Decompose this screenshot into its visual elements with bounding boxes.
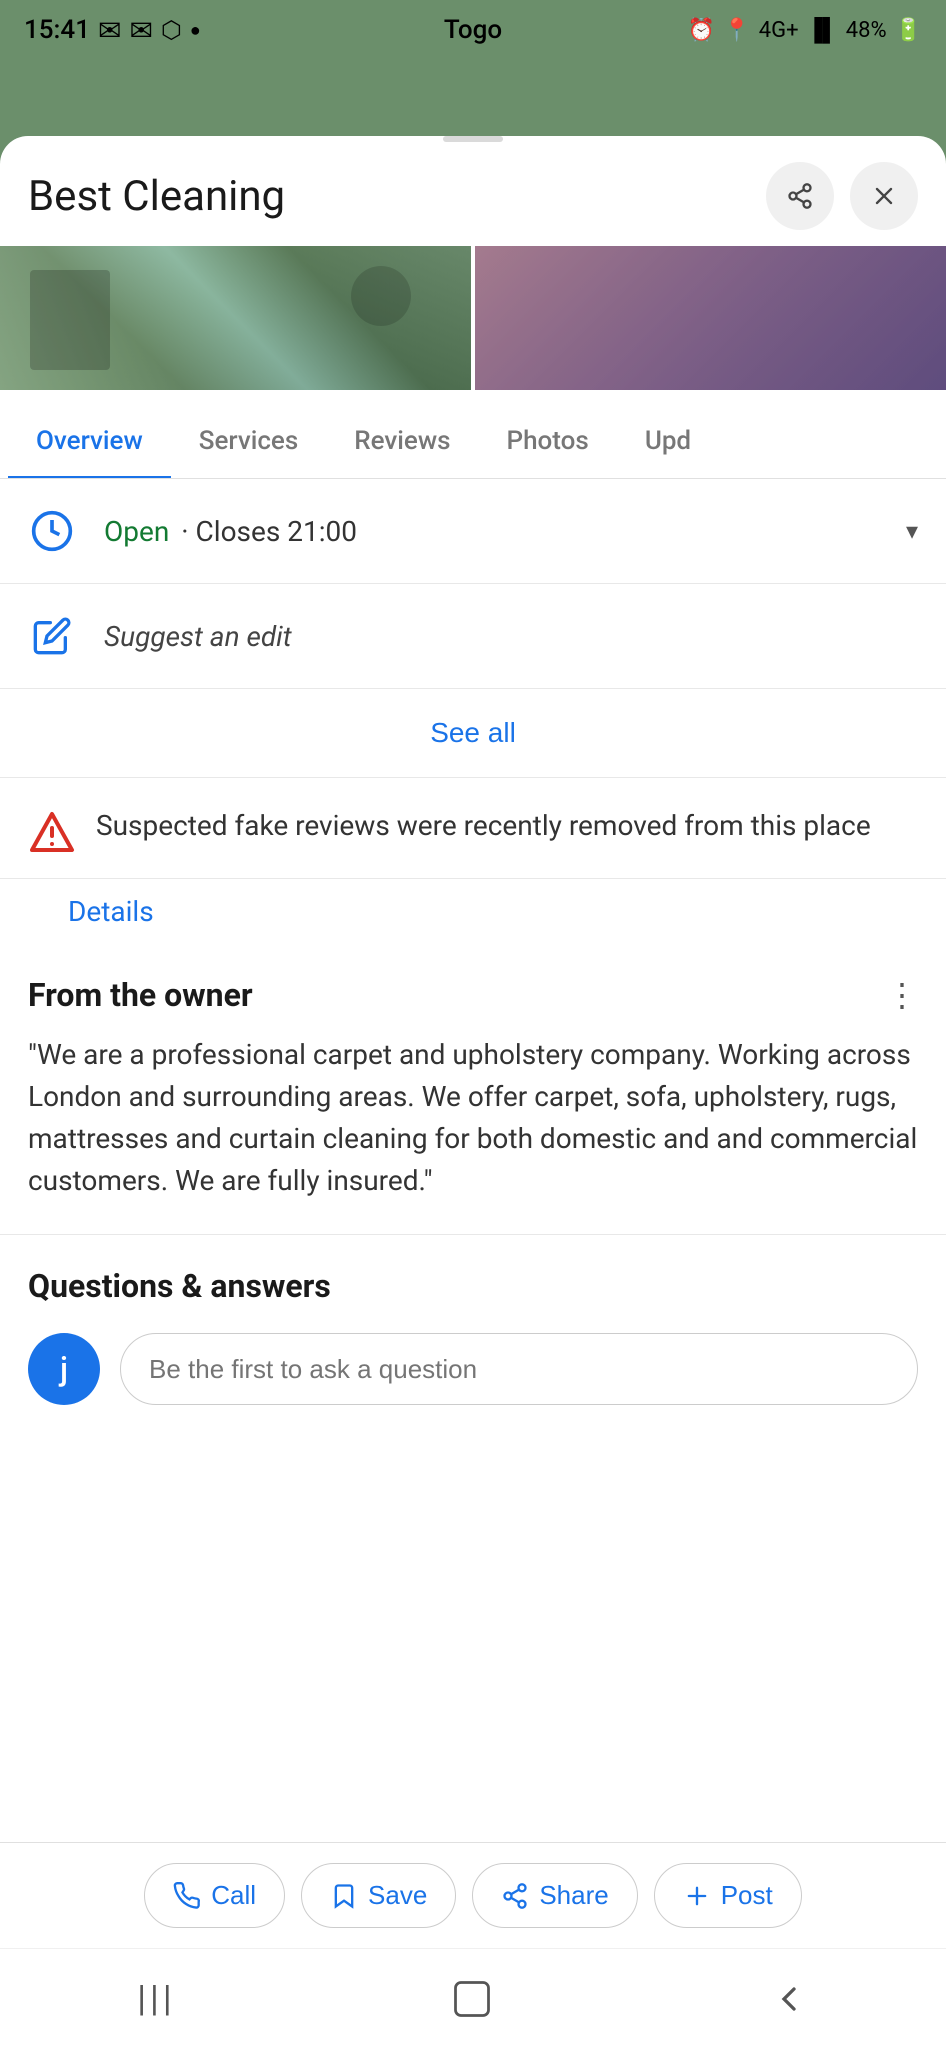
see-all-section: See all (0, 689, 946, 778)
post-button[interactable]: Post (654, 1863, 802, 1928)
battery-icon: 🔋 (895, 18, 922, 43)
bottom-sheet: Best Cleaning (0, 136, 946, 2064)
share-action-icon (501, 1882, 529, 1910)
tab-reviews[interactable]: Reviews (326, 406, 478, 479)
qa-section: Questions & answers j (0, 1235, 946, 1437)
recent-apps-button[interactable]: ||| (137, 1978, 175, 2020)
signal-bars: ▐▌ (807, 17, 838, 43)
warning-details-link[interactable]: Details (0, 895, 946, 944)
back-icon (769, 1979, 809, 2019)
warning-triangle-icon (28, 810, 76, 858)
status-bar-left: 15:41 ✉ ✉ ⬡ ● (24, 14, 201, 47)
close-icon (870, 182, 898, 210)
photos-strip[interactable] (0, 246, 946, 406)
time: 15:41 (24, 15, 90, 45)
clock-icon (30, 509, 74, 553)
alarm-icon: ⏰ (688, 18, 715, 43)
hours-content: Open · Closes 21:00 ▾ (104, 515, 918, 548)
qa-section-title: Questions & answers (28, 1267, 918, 1305)
post-label: Post (721, 1880, 773, 1911)
sheet-header: Best Cleaning (0, 142, 946, 246)
owner-section: From the owner ⋮ "We are a professional … (0, 944, 946, 1235)
user-avatar: j (28, 1333, 100, 1405)
map-background (0, 60, 946, 120)
bottom-spacer (0, 1437, 946, 1637)
edit-icon-container (28, 612, 76, 660)
suggest-edit-row[interactable]: Suggest an edit (0, 584, 946, 689)
status-bar-right: ⏰ 📍 4G+ ▐▌ 48% 🔋 (688, 17, 922, 43)
tab-photos[interactable]: Photos (479, 406, 617, 479)
more-options-icon[interactable]: ⋮ (886, 976, 918, 1014)
owner-description: "We are a professional carpet and uphols… (28, 1034, 918, 1202)
email-icon: ✉ (98, 14, 121, 47)
call-button[interactable]: Call (144, 1863, 285, 1928)
page-title: Best Cleaning (28, 172, 766, 221)
suggest-edit-label[interactable]: Suggest an edit (104, 620, 292, 653)
ask-question-input[interactable] (120, 1333, 918, 1405)
pencil-icon (32, 616, 72, 656)
share-icon (786, 182, 814, 210)
owner-header: From the owner ⋮ (28, 976, 918, 1014)
back-button[interactable] (769, 1979, 809, 2019)
location-icon: 📍 (723, 18, 750, 43)
nav-bar: ||| (0, 1948, 946, 2048)
plus-icon (683, 1882, 711, 1910)
battery: 48% (846, 18, 887, 43)
clock-icon-container (28, 507, 76, 555)
save-label: Save (368, 1880, 427, 1911)
action-bar: Call Save Share Post (0, 1842, 946, 1948)
save-button[interactable]: Save (301, 1863, 456, 1928)
share-button[interactable] (766, 162, 834, 230)
carrier-name: Togo (444, 15, 502, 45)
phone-icon (173, 1882, 201, 1910)
tabs-container: Overview Services Reviews Photos Upd (0, 406, 946, 479)
network-type: 4G+ (759, 18, 799, 43)
owner-section-title: From the owner (28, 976, 253, 1014)
share-action-button[interactable]: Share (472, 1863, 637, 1928)
user-initial: j (60, 1350, 68, 1388)
dot-indicator: ● (190, 20, 201, 41)
email-icon-2: ✉ (129, 14, 152, 47)
warning-text-container: Suspected fake reviews were recently rem… (96, 806, 871, 845)
chevron-down-icon[interactable]: ▾ (906, 517, 918, 545)
photo-1[interactable] (0, 246, 471, 390)
tab-overview[interactable]: Overview (8, 406, 171, 479)
warning-banner: Suspected fake reviews were recently rem… (0, 778, 946, 879)
close-button[interactable] (850, 162, 918, 230)
notification-icon: ⬡ (161, 16, 182, 44)
share-action-label: Share (539, 1880, 608, 1911)
warning-message: Suspected fake reviews were recently rem… (96, 806, 871, 845)
tab-services[interactable]: Services (171, 406, 327, 479)
bookmark-icon (330, 1882, 358, 1910)
tab-updates[interactable]: Upd (617, 406, 719, 479)
home-button[interactable] (450, 1977, 494, 2021)
see-all-button[interactable]: See all (430, 717, 516, 749)
warning-icon-container (28, 810, 76, 862)
qa-input-row: j (28, 1333, 918, 1405)
home-icon (450, 1977, 494, 2021)
call-label: Call (211, 1880, 256, 1911)
open-status: Open (104, 515, 169, 548)
photo-2[interactable] (475, 246, 946, 390)
status-bar: 15:41 ✉ ✉ ⬡ ● Togo ⏰ 📍 4G+ ▐▌ 48% 🔋 (0, 0, 946, 60)
closes-time: · Closes 21:00 (181, 515, 357, 548)
hours-row[interactable]: Open · Closes 21:00 ▾ (0, 479, 946, 584)
header-actions (766, 162, 918, 230)
